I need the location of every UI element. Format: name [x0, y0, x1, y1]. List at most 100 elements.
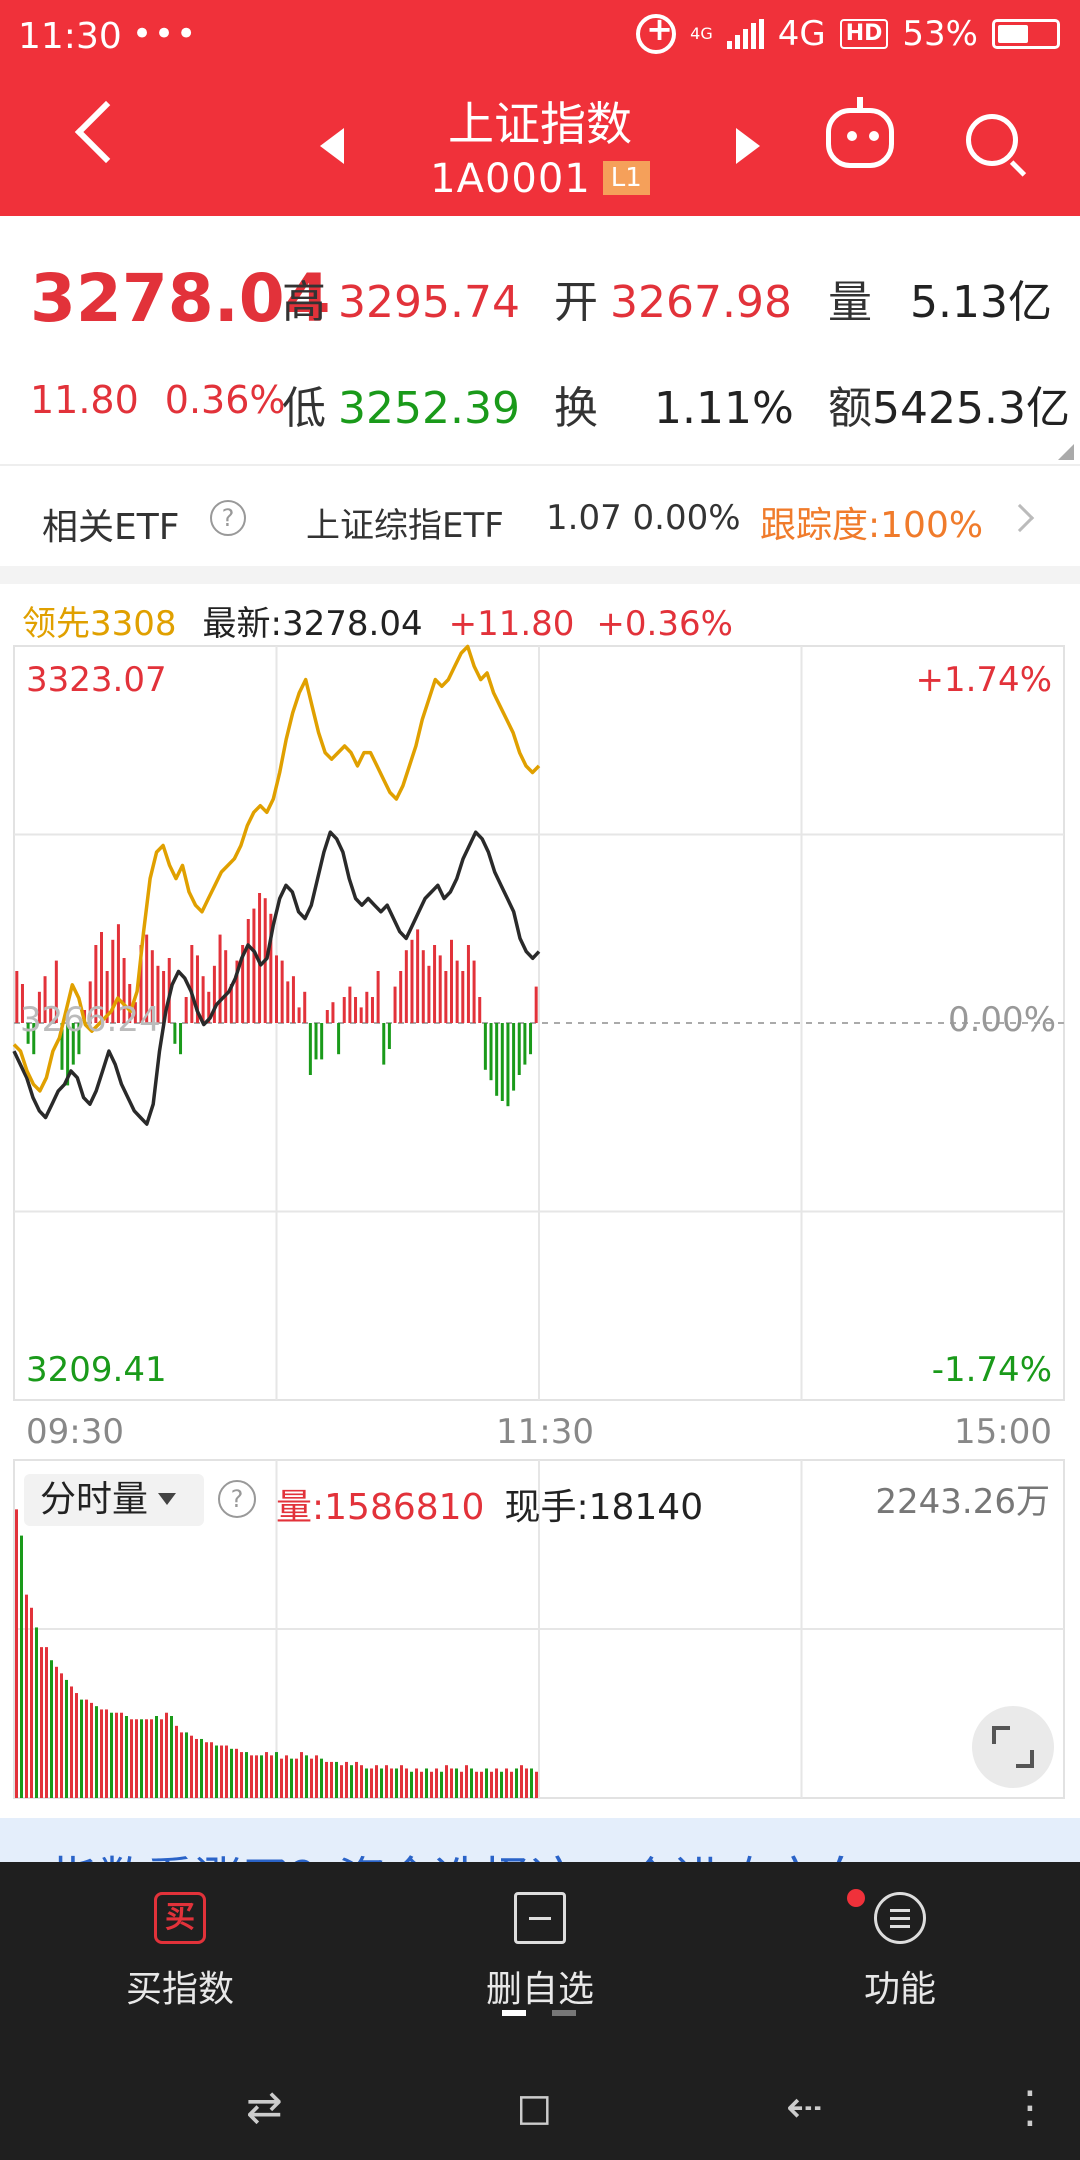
volume-bar-up — [240, 1752, 243, 1798]
volume-bar-up — [405, 1768, 408, 1798]
histogram-bar-up — [455, 960, 459, 1023]
volume-bar-up — [225, 1745, 228, 1798]
volume-bar-up — [160, 1719, 163, 1798]
volume-label: 量 — [828, 277, 872, 328]
bottom-toolbar: 买 买指数 删自选 功能 ⇄ ◻ ⇠ ⋮ — [0, 1862, 1080, 2160]
volume-bar-down — [500, 1771, 503, 1798]
histogram-bar-up — [393, 986, 397, 1023]
histogram-bar-up — [534, 986, 538, 1023]
histogram-bar-up — [433, 945, 437, 1023]
volume-bar-down — [260, 1755, 263, 1798]
histogram-bar-up — [444, 971, 448, 1023]
volume-selector[interactable]: 分时量 — [24, 1474, 204, 1526]
amount-label: 额 — [828, 383, 872, 434]
function-button[interactable]: 功能 — [790, 1889, 1010, 2012]
volume-bar-up — [385, 1765, 388, 1798]
change-percent: 0.36% — [164, 378, 286, 422]
volume-bar-up — [310, 1758, 313, 1798]
current-hand: 现手:18140 — [504, 1487, 704, 1528]
stock-code: 1A0001 — [430, 156, 591, 202]
histogram-bar-down — [529, 1023, 533, 1055]
histogram-bar-up — [184, 997, 188, 1023]
histogram-bar-down — [314, 1023, 318, 1060]
volume-bar-up — [420, 1771, 423, 1798]
robot-assistant-icon[interactable] — [826, 97, 894, 168]
histogram-bar-up — [404, 950, 408, 1023]
volume-bar-down — [320, 1758, 323, 1798]
volume-bar-up — [130, 1719, 133, 1798]
volume-bar-up — [535, 1771, 538, 1798]
volume-help-icon[interactable]: ? — [218, 1480, 256, 1518]
volume-bar-up — [340, 1765, 343, 1798]
volume-bar-down — [50, 1660, 53, 1798]
home-icon[interactable]: ◻ — [516, 2082, 553, 2133]
intraday-chart[interactable] — [0, 640, 1080, 1810]
status-time: 11:30 — [18, 16, 122, 57]
volume-bar-up — [370, 1768, 373, 1798]
volume-bar-up — [25, 1594, 28, 1798]
volume-bar-up — [300, 1752, 303, 1798]
histogram-bar-up — [303, 991, 307, 1023]
remove-watchlist-button[interactable]: 删自选 — [430, 1892, 650, 2012]
histogram-bar-up — [399, 971, 403, 1023]
histogram-bar-down — [489, 1023, 493, 1081]
histogram-bar-up — [325, 1010, 329, 1023]
related-etf-row[interactable]: 相关ETF ? 上证综指ETF 1.07 0.00% 跟踪度:100% — [0, 466, 1080, 566]
histogram-bar-down — [387, 1023, 391, 1049]
expand-corner-icon[interactable] — [1058, 444, 1074, 460]
search-icon[interactable] — [966, 114, 1018, 166]
volume-bar-down — [65, 1679, 68, 1798]
histogram-bar-up — [472, 960, 476, 1023]
amount-value: 5425.3亿 — [872, 383, 1070, 434]
volume-bar-down — [425, 1768, 428, 1798]
volume-bar-up — [265, 1752, 268, 1798]
volume-bar-up — [360, 1765, 363, 1798]
volume-bar-up — [255, 1755, 258, 1798]
next-stock-icon[interactable] — [736, 128, 760, 164]
histogram-bar-up — [342, 997, 346, 1023]
volume-bar-up — [280, 1758, 283, 1798]
volume-bar-down — [530, 1768, 533, 1798]
volume-bar-up — [270, 1755, 273, 1798]
menu-dots-icon[interactable]: ⋮ — [1008, 2082, 1052, 2133]
high-field: 高 3295.74 — [282, 266, 520, 330]
histogram-bar-down — [523, 1023, 527, 1065]
volume-bar-down — [380, 1768, 383, 1798]
histogram-bar-up — [348, 986, 352, 1023]
recent-apps-icon[interactable]: ⇄ — [246, 2082, 283, 2133]
notification-dot — [847, 1889, 865, 1907]
volume-bar-up — [345, 1761, 348, 1798]
etf-help-icon[interactable]: ? — [210, 500, 246, 536]
histogram-bar-up — [365, 991, 369, 1023]
fullscreen-button[interactable] — [972, 1706, 1054, 1788]
page-dot-active — [502, 2010, 526, 2016]
legend-change-pct: +0.36% — [596, 604, 733, 644]
histogram-bar-up — [252, 908, 256, 1023]
section-gap — [0, 566, 1080, 584]
page-title: 上证指数 — [448, 97, 632, 151]
volume-max-label: 2243.26万 — [875, 1482, 1050, 1522]
volume-bar-up — [15, 1509, 18, 1798]
volume-total: 量:1586810 — [276, 1487, 485, 1528]
network-type: 4G — [777, 14, 826, 54]
volume-bar-down — [515, 1768, 518, 1798]
volume-bar-up — [85, 1699, 88, 1798]
buy-index-button[interactable]: 买 买指数 — [70, 1892, 290, 2012]
back-icon[interactable]: ⇠ — [786, 2082, 823, 2133]
open-field: 开 3267.98 — [554, 266, 792, 330]
volume-bar-up — [525, 1768, 528, 1798]
volume-bar-up — [105, 1709, 108, 1798]
low-value: 3252.39 — [338, 383, 520, 434]
volume-bar-up — [520, 1765, 523, 1798]
histogram-bar-up — [275, 955, 278, 1023]
y-right-bottom-label: -1.74% — [931, 1350, 1052, 1390]
battery-percent: 53% — [902, 14, 978, 54]
ad-banner[interactable]: 指数看涨了？资金选择这一个进攻方向 — [0, 1818, 1080, 1862]
x-tick-mid: 11:30 — [496, 1412, 594, 1452]
turnover-label: 换 — [554, 383, 598, 434]
volume-bar-up — [450, 1768, 453, 1798]
histogram-bar-up — [246, 919, 250, 1023]
chevron-right-icon[interactable] — [1005, 503, 1035, 533]
volume-bar-up — [505, 1768, 508, 1798]
volume-bar-down — [485, 1768, 488, 1798]
